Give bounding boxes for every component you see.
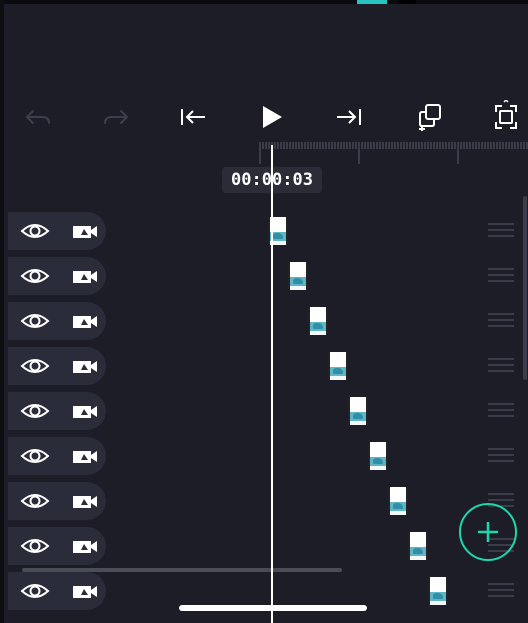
vertical-scrollbar[interactable]	[523, 196, 527, 380]
eye-icon[interactable]	[20, 221, 50, 241]
track-header	[8, 392, 106, 430]
camera-icon[interactable]	[72, 494, 98, 509]
track-header	[8, 437, 106, 475]
track-header	[8, 347, 106, 385]
playhead[interactable]	[271, 145, 273, 623]
track-header	[8, 482, 106, 520]
drag-handle[interactable]	[488, 223, 514, 239]
skip-to-start-button[interactable]	[171, 95, 215, 139]
video-clip[interactable]	[328, 352, 348, 380]
drag-handle[interactable]	[488, 403, 514, 419]
eye-icon[interactable]	[20, 446, 50, 466]
undo-icon	[25, 110, 50, 124]
drag-handle[interactable]	[488, 358, 514, 374]
redo-icon	[104, 110, 129, 124]
eye-icon[interactable]	[20, 311, 50, 331]
camera-icon[interactable]	[72, 404, 98, 419]
camera-icon[interactable]	[72, 224, 98, 239]
timeline-toolbar	[0, 95, 528, 139]
skip-to-end-button[interactable]	[327, 95, 371, 139]
home-indicator	[179, 605, 367, 611]
play-icon	[263, 106, 282, 128]
copy-button[interactable]	[408, 95, 452, 139]
drag-handle[interactable]	[488, 448, 514, 464]
camera-icon[interactable]	[72, 314, 98, 329]
top-strip	[0, 0, 528, 4]
track-header	[8, 572, 106, 610]
drag-handle[interactable]	[488, 583, 514, 599]
video-clip[interactable]	[408, 532, 428, 560]
eye-icon[interactable]	[20, 536, 50, 556]
copy-icon	[419, 104, 441, 131]
video-clip[interactable]	[368, 442, 388, 470]
skip-to-start-icon	[181, 109, 205, 125]
video-clip[interactable]	[348, 397, 368, 425]
timeline-ruler[interactable]	[258, 142, 528, 164]
skip-to-end-icon	[337, 109, 361, 125]
plus-icon	[478, 522, 498, 542]
add-button[interactable]	[459, 503, 517, 561]
track-header	[8, 527, 106, 565]
drag-handle[interactable]	[488, 313, 514, 329]
left-edge	[0, 0, 4, 623]
video-clip[interactable]	[288, 262, 308, 290]
video-clip[interactable]	[428, 577, 448, 605]
play-button[interactable]	[250, 95, 294, 139]
video-clip[interactable]	[388, 487, 408, 515]
eye-icon[interactable]	[20, 491, 50, 511]
camera-icon[interactable]	[72, 584, 98, 599]
drag-handle[interactable]	[488, 268, 514, 284]
track-header	[8, 302, 106, 340]
redo-button[interactable]	[94, 95, 138, 139]
horizontal-scrollbar[interactable]	[22, 568, 342, 572]
eye-icon[interactable]	[20, 401, 50, 421]
undo-button[interactable]	[16, 95, 60, 139]
track-header	[8, 257, 106, 295]
eye-icon[interactable]	[20, 581, 50, 601]
camera-icon[interactable]	[72, 449, 98, 464]
track-header	[8, 212, 106, 250]
camera-icon[interactable]	[72, 539, 98, 554]
eye-icon[interactable]	[20, 356, 50, 376]
camera-icon[interactable]	[72, 359, 98, 374]
eye-icon[interactable]	[20, 266, 50, 286]
fit-screen-button[interactable]	[484, 95, 528, 139]
camera-icon[interactable]	[72, 269, 98, 284]
video-clip[interactable]	[308, 307, 328, 335]
fit-screen-icon	[495, 100, 517, 129]
